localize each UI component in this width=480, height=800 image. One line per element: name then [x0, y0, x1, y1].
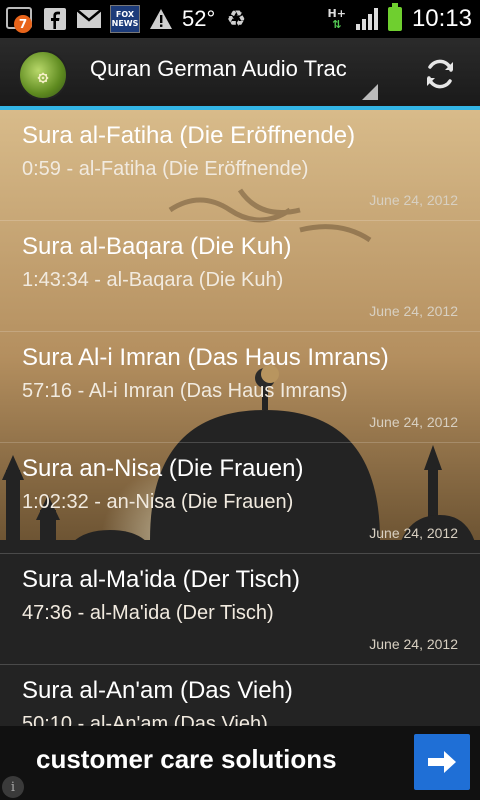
list-item[interactable]: Sura al-Ma'ida (Der Tisch) 47:36 - al-Ma…	[0, 554, 480, 665]
track-date: June 24, 2012	[369, 192, 458, 208]
track-title: Sura al-Baqara (Die Kuh)	[22, 233, 292, 260]
gmail-badge-icon: 7	[4, 5, 34, 33]
track-subtitle: 1:43:34 - al-Baqara (Die Kuh)	[22, 269, 284, 291]
gmail-icon	[76, 6, 102, 32]
status-clock: 10:13	[411, 5, 472, 32]
list-item[interactable]: Sura al-Fatiha (Die Eröffnende) 0:59 - a…	[0, 110, 480, 221]
track-subtitle: 50:10 - al-An'am (Das Vieh)	[22, 713, 268, 726]
status-right-icons: H+ ⇅ 10:13	[327, 3, 472, 34]
track-date: June 24, 2012	[369, 414, 458, 430]
track-subtitle: 47:36 - al-Ma'ida (Der Tisch)	[22, 602, 274, 624]
action-bar: ۞ Quran German Audio Tracks	[0, 38, 480, 110]
track-title: Sura al-Fatiha (Die Eröffnende)	[22, 122, 356, 149]
track-date: June 24, 2012	[369, 636, 458, 652]
quran-icon[interactable]: ۞	[18, 50, 68, 100]
facebook-icon	[42, 6, 68, 32]
status-bar: 7 FOX NEWS 52° ♻ H+ ⇅ 10:13	[0, 0, 480, 38]
ad-info-icon[interactable]: i	[2, 776, 24, 798]
spinner-indicator-icon	[362, 84, 378, 100]
track-subtitle: 1:02:32 - an-Nisa (Die Frauen)	[22, 491, 294, 513]
fox-news-icon: FOX NEWS	[110, 5, 140, 33]
track-title: Sura al-An'am (Das Vieh)	[22, 677, 293, 704]
status-left-icons: 7 FOX NEWS 52° ♻	[4, 4, 249, 34]
list-item[interactable]: Sura Al-i Imran (Das Haus Imrans) 57:16 …	[0, 332, 480, 443]
refresh-icon[interactable]	[422, 56, 458, 92]
list-item[interactable]: Sura an-Nisa (Die Frauen) 1:02:32 - an-N…	[0, 443, 480, 554]
track-subtitle: 0:59 - al-Fatiha (Die Eröffnende)	[22, 158, 309, 180]
signal-icon	[355, 8, 378, 30]
app-title-spinner[interactable]: Quran German Audio Tracks	[90, 56, 346, 82]
track-date: June 24, 2012	[369, 525, 458, 541]
network-icon: H+ ⇅	[327, 7, 346, 31]
list-item[interactable]: Sura al-An'am (Das Vieh) 50:10 - al-An'a…	[0, 665, 480, 726]
list-item[interactable]: Sura al-Baqara (Die Kuh) 1:43:34 - al-Ba…	[0, 221, 480, 332]
track-title: Sura al-Ma'ida (Der Tisch)	[22, 566, 300, 593]
battery-icon	[387, 3, 402, 31]
warning-icon	[148, 6, 174, 32]
ad-banner[interactable]: customer care solutions i	[0, 726, 480, 800]
recycle-icon: ♻	[226, 6, 247, 32]
track-title: Sura Al-i Imran (Das Haus Imrans)	[22, 344, 389, 371]
track-list[interactable]: Sura al-Fatiha (Die Eröffnende) 0:59 - a…	[0, 110, 480, 726]
arrow-right-icon	[428, 751, 456, 773]
ad-arrow-button[interactable]	[414, 734, 470, 790]
ad-text[interactable]: customer care solutions	[36, 744, 337, 775]
track-date: June 24, 2012	[369, 303, 458, 319]
track-title: Sura an-Nisa (Die Frauen)	[22, 455, 304, 482]
temperature: 52°	[182, 6, 216, 31]
track-subtitle: 57:16 - Al-i Imran (Das Haus Imrans)	[22, 380, 348, 402]
notification-count: 7	[14, 15, 32, 33]
